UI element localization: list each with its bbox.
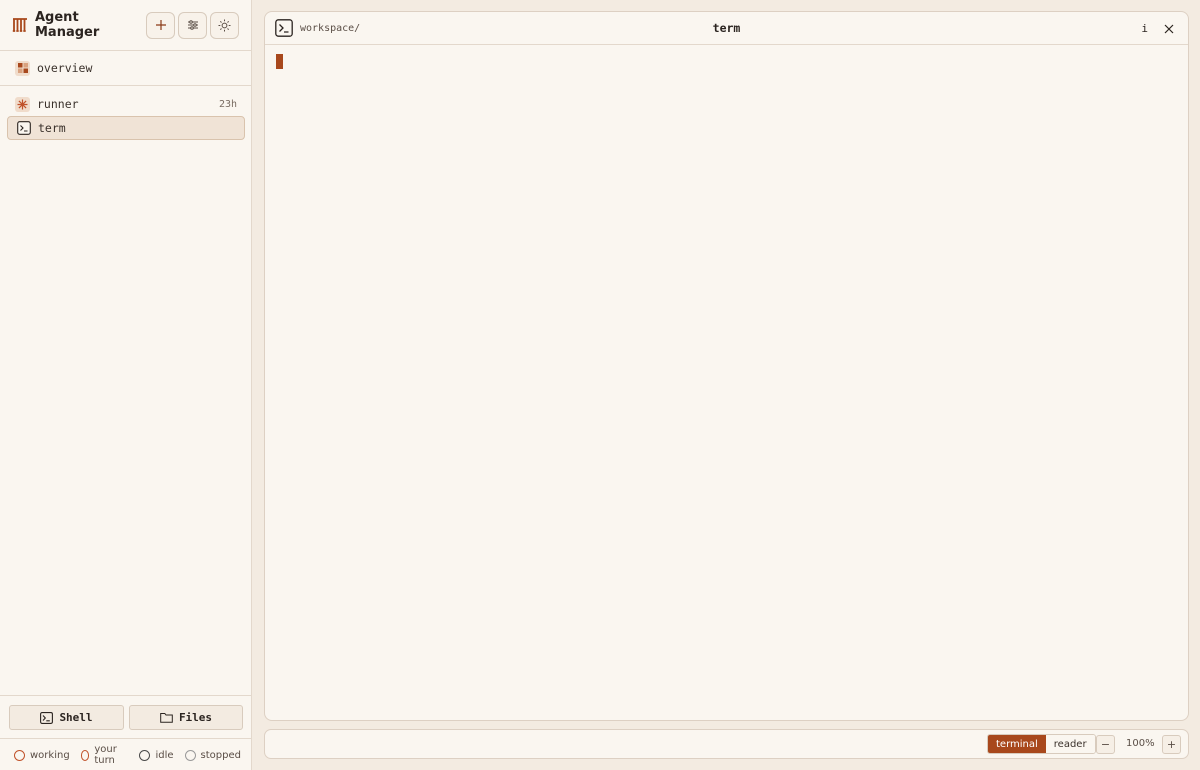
asterisk-icon [15, 96, 30, 112]
reader-mode-button[interactable]: reader [1045, 735, 1095, 753]
app-title: Agent Manager [35, 10, 100, 40]
sidebar-item-label: term [38, 121, 66, 135]
shell-button[interactable]: Shell [9, 705, 124, 730]
zoom-out-button[interactable]: − [1096, 735, 1115, 754]
sidebar-item-term[interactable]: term [7, 116, 245, 140]
sidebar-header: Agent Manager [0, 0, 251, 51]
plus-icon [155, 20, 166, 30]
terminal-cursor [276, 54, 283, 69]
legend-label: your turn [94, 744, 117, 766]
legend-idle: idle [139, 749, 174, 761]
sliders-icon [187, 20, 198, 30]
sun-icon [218, 19, 231, 31]
terminal-icon [40, 711, 54, 724]
folder-icon [160, 713, 173, 723]
sidebar-item-runner[interactable]: runner 23h [7, 92, 245, 116]
panel-header-actions: i [1141, 12, 1174, 45]
legend-your-turn: your turn [80, 744, 129, 766]
status-dot-icon [80, 749, 90, 761]
terminal-icon [16, 121, 31, 136]
session-age: 23h [218, 98, 237, 110]
theme-toggle-button[interactable] [210, 11, 239, 39]
status-dot-icon [184, 749, 196, 761]
legend-label: working [30, 749, 70, 761]
legend-stopped: stopped [184, 749, 241, 761]
files-button[interactable]: Files [129, 705, 243, 730]
legend-working: working [14, 749, 70, 761]
status-dot-icon [139, 749, 151, 761]
sidebar-item-label: overview [37, 61, 93, 75]
status-legend: working your turn idle stopped [0, 742, 252, 768]
terminal-panel: workspace/ term i [264, 11, 1189, 721]
sidebar-item-label: runner [37, 97, 79, 111]
zoom-level: 100% [1126, 738, 1155, 749]
sidebar: Agent Manager overview runner 23h term S… [0, 0, 252, 770]
sidebar-divider [0, 85, 252, 86]
sidebar-item-overview[interactable]: overview [7, 56, 245, 80]
shell-button-label: Shell [59, 711, 93, 724]
view-mode-toggle: terminal reader [987, 734, 1096, 754]
app-logo-icon [12, 17, 28, 33]
panel-header: workspace/ term i [265, 12, 1188, 45]
new-session-button[interactable] [146, 11, 175, 39]
terminal-mode-button[interactable]: terminal [988, 735, 1046, 753]
panel-title: term [712, 21, 741, 35]
close-icon[interactable] [1164, 24, 1174, 34]
status-dot-icon [14, 749, 25, 761]
overview-icon [15, 60, 30, 76]
bottom-toolbar: terminal reader − 100% + [264, 729, 1189, 759]
zoom-in-button[interactable]: + [1162, 735, 1181, 754]
terminal-icon [275, 19, 293, 37]
legend-label: idle [155, 749, 174, 761]
working-directory: workspace/ [300, 22, 361, 34]
files-button-label: Files [178, 711, 213, 724]
legend-label: stopped [200, 749, 241, 761]
sidebar-footer: Shell Files [0, 695, 252, 739]
info-button[interactable]: i [1141, 22, 1148, 35]
settings-button[interactable] [178, 11, 207, 39]
